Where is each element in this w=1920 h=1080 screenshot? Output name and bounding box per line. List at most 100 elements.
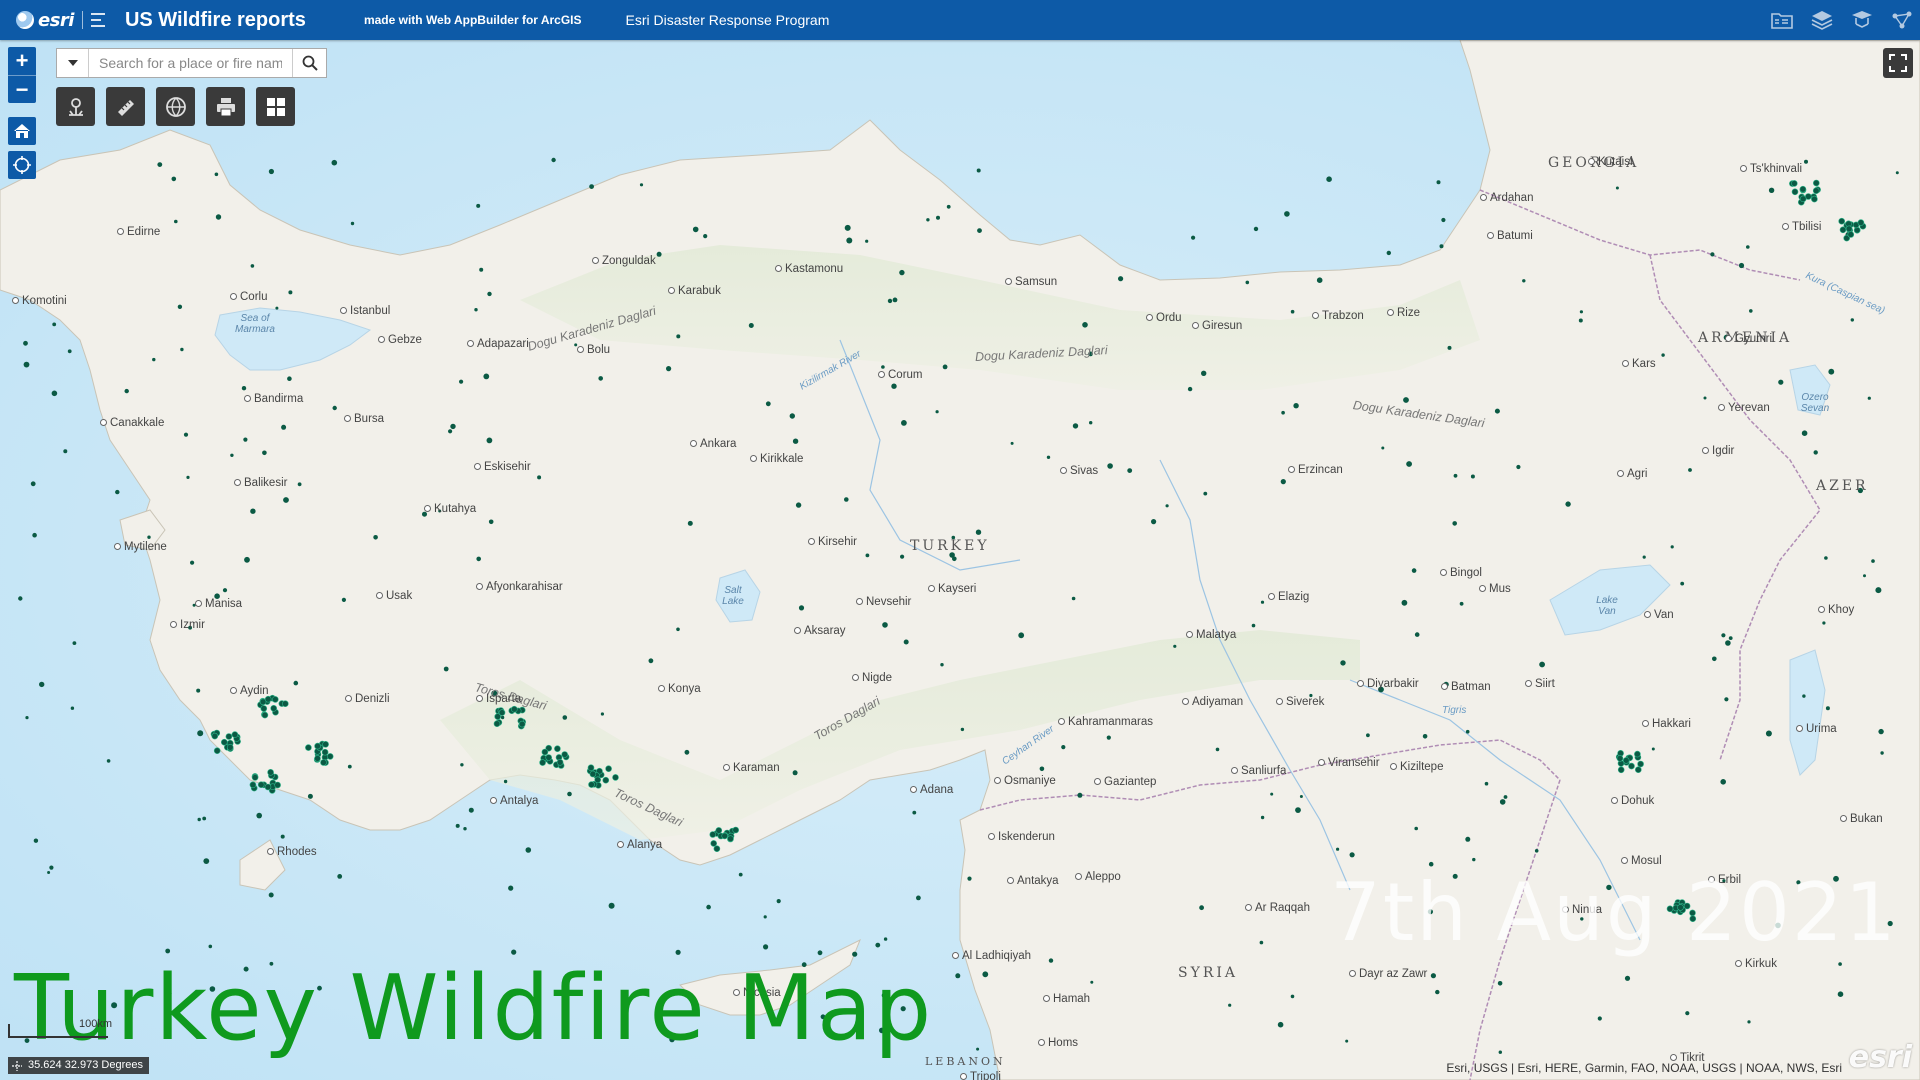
fire-point[interactable]: [171, 176, 177, 182]
fire-point[interactable]: [177, 304, 183, 309]
fire-cluster-point[interactable]: [556, 758, 564, 766]
fire-point[interactable]: [792, 438, 799, 444]
fire-point[interactable]: [1107, 463, 1113, 469]
fire-point[interactable]: [1199, 905, 1204, 911]
fire-point[interactable]: [215, 214, 222, 220]
fire-point[interactable]: [792, 770, 798, 776]
fire-point[interactable]: [49, 865, 54, 870]
fire-point[interactable]: [1072, 423, 1079, 429]
fire-cluster-point[interactable]: [1839, 226, 1847, 234]
fire-point[interactable]: [537, 475, 542, 480]
fire-point[interactable]: [1284, 211, 1290, 217]
fire-point[interactable]: [287, 376, 292, 382]
fire-point[interactable]: [1403, 397, 1409, 403]
fire-point[interactable]: [203, 858, 210, 864]
fire-point[interactable]: [1381, 446, 1385, 450]
fire-point[interactable]: [1316, 277, 1323, 283]
fire-point[interactable]: [1838, 962, 1842, 966]
fire-cluster-point[interactable]: [213, 747, 221, 755]
fire-point[interactable]: [70, 706, 75, 710]
fire-cluster-point[interactable]: [281, 700, 289, 708]
fire-cluster-point[interactable]: [510, 705, 518, 713]
fire-point[interactable]: [598, 376, 603, 381]
fire-cluster-point[interactable]: [732, 826, 740, 834]
fire-point[interactable]: [1430, 973, 1436, 979]
fire-point[interactable]: [763, 944, 769, 950]
fire-point[interactable]: [1837, 991, 1844, 997]
fire-point[interactable]: [468, 807, 474, 813]
fire-cluster-point[interactable]: [271, 696, 279, 703]
fire-point[interactable]: [817, 950, 823, 956]
fire-point[interactable]: [1436, 180, 1441, 185]
fire-point[interactable]: [1720, 779, 1726, 785]
fire-point[interactable]: [1406, 461, 1412, 467]
fire-point[interactable]: [1484, 781, 1489, 786]
fire-point[interactable]: [976, 168, 981, 173]
fire-point[interactable]: [23, 361, 30, 368]
fire-point[interactable]: [222, 588, 228, 593]
fire-point[interactable]: [1878, 728, 1884, 735]
fire-point[interactable]: [1046, 455, 1051, 459]
fire-point[interactable]: [474, 308, 478, 312]
fire-point[interactable]: [347, 764, 352, 769]
fire-point[interactable]: [196, 688, 201, 693]
fire-cluster-point[interactable]: [721, 832, 729, 840]
fire-cluster-point[interactable]: [589, 770, 597, 778]
fire-point[interactable]: [977, 228, 982, 234]
fire-cluster-point[interactable]: [261, 711, 269, 719]
fire-cluster-point[interactable]: [612, 774, 619, 781]
fire-point[interactable]: [165, 948, 171, 954]
fire-point[interactable]: [648, 658, 654, 664]
fire-point[interactable]: [487, 291, 492, 297]
fire-point[interactable]: [846, 237, 853, 244]
fire-point[interactable]: [675, 949, 681, 955]
fire-point[interactable]: [450, 423, 456, 430]
fire-point[interactable]: [341, 597, 346, 603]
fire-point[interactable]: [39, 681, 45, 688]
fire-cluster-point[interactable]: [226, 743, 234, 751]
fire-point[interactable]: [844, 497, 849, 502]
fire-point[interactable]: [476, 556, 482, 562]
fire-point[interactable]: [463, 827, 467, 831]
fire-cluster-point[interactable]: [1791, 188, 1799, 196]
fire-point[interactable]: [738, 872, 743, 877]
fire-point[interactable]: [1336, 847, 1340, 851]
fire-point[interactable]: [1253, 226, 1259, 232]
fire-point[interactable]: [1295, 807, 1301, 813]
fire-point[interactable]: [844, 224, 851, 231]
fire-point[interactable]: [1624, 975, 1631, 981]
fire-point[interactable]: [1082, 322, 1088, 328]
fire-point[interactable]: [244, 556, 250, 563]
fire-cluster-point[interactable]: [320, 759, 327, 766]
fire-point[interactable]: [687, 520, 693, 526]
fire-point[interactable]: [1651, 747, 1655, 751]
fire-point[interactable]: [967, 876, 972, 881]
measure-button[interactable]: [106, 87, 145, 126]
fire-cluster-point[interactable]: [1799, 185, 1807, 193]
fire-point[interactable]: [900, 554, 905, 559]
fire-cluster-point[interactable]: [314, 742, 321, 750]
fire-point[interactable]: [1165, 504, 1169, 508]
fire-point[interactable]: [288, 290, 293, 295]
fire-point[interactable]: [1670, 545, 1674, 549]
fire-point[interactable]: [865, 239, 869, 243]
fire-cluster-point[interactable]: [264, 783, 272, 791]
fire-point[interactable]: [152, 357, 156, 362]
fire-point[interactable]: [283, 497, 289, 503]
fire-point[interactable]: [1118, 276, 1124, 282]
fire-point[interactable]: [1824, 556, 1828, 560]
fire-point[interactable]: [1565, 501, 1571, 507]
fire-point[interactable]: [293, 680, 299, 686]
fire-point[interactable]: [1106, 735, 1111, 740]
fire-point[interactable]: [887, 298, 893, 304]
fire-point[interactable]: [899, 269, 905, 276]
fire-point[interactable]: [1459, 601, 1464, 606]
fire-cluster-point[interactable]: [211, 732, 219, 740]
fire-point[interactable]: [1895, 171, 1899, 175]
esri-disaster-response-link[interactable]: Esri Disaster Response Program: [626, 12, 830, 28]
fire-point[interactable]: [706, 904, 711, 910]
fire-point[interactable]: [639, 183, 644, 187]
fire-point[interactable]: [23, 340, 28, 346]
fire-point[interactable]: [892, 297, 898, 303]
fire-point[interactable]: [1366, 733, 1370, 738]
